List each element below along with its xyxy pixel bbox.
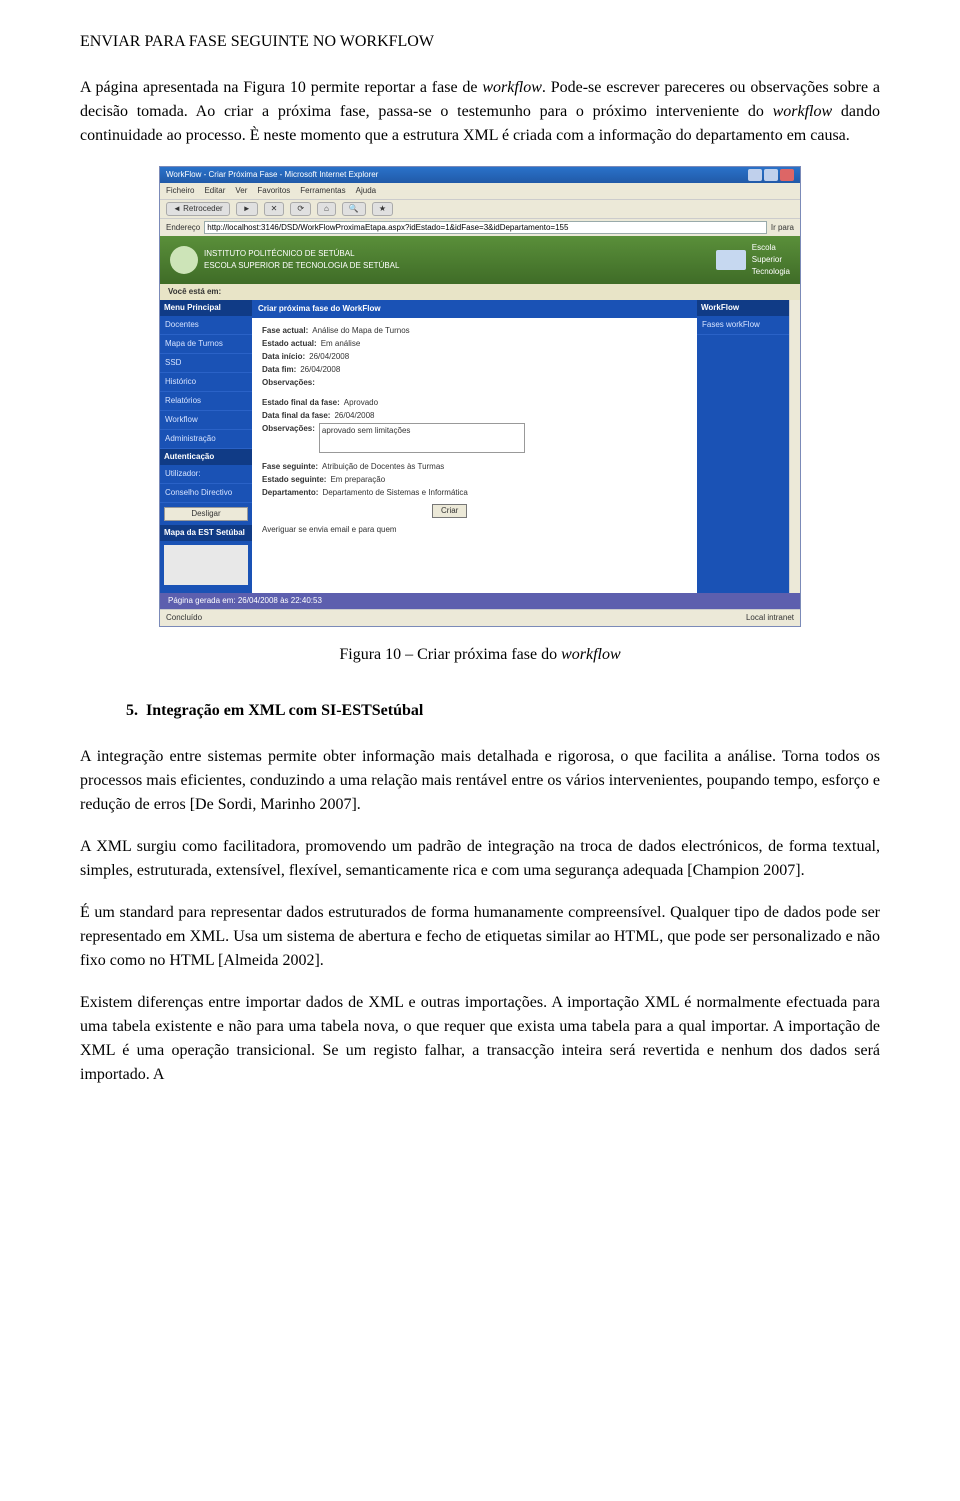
italic-workflow: workflow <box>482 79 542 96</box>
field-value: 26/04/2008 <box>309 351 349 363</box>
sidebar-map-head: Mapa da EST Setúbal <box>160 525 252 541</box>
field-label: Data final da fase: <box>262 410 330 422</box>
status-left: Concluído <box>166 612 202 624</box>
menubar: Ficheiro Editar Ver Favoritos Ferramenta… <box>160 183 800 199</box>
logout-button[interactable]: Desligar <box>164 507 248 521</box>
right-sidebar: WorkFlow Fases workFlow <box>697 300 789 593</box>
back-button[interactable]: ◄ Retroceder <box>166 202 230 216</box>
field-value: Em preparação <box>330 474 385 486</box>
refresh-icon[interactable]: ⟳ <box>290 202 311 216</box>
fav-icon[interactable]: ★ <box>372 202 393 216</box>
paragraph-2: A integração entre sistemas permite obte… <box>80 745 880 817</box>
field-value: Em análise <box>321 338 361 350</box>
window-title-bar: WorkFlow - Criar Próxima Fase - Microsof… <box>160 167 800 183</box>
main-content: Criar próxima fase do WorkFlow Fase actu… <box>252 300 697 593</box>
address-label: Endereço <box>166 222 200 234</box>
banner-right-text: Tecnologia <box>752 266 790 278</box>
italic-workflow: workflow <box>773 103 833 120</box>
stop-icon[interactable]: ✕ <box>264 202 285 216</box>
field-value: Departamento de Sistemas e Informática <box>322 487 467 499</box>
menu-item[interactable]: Editar <box>204 185 225 197</box>
field-label: Data início: <box>262 351 305 363</box>
field-label: Fase seguinte: <box>262 461 318 473</box>
caption-text: Figura 10 – Criar próxima fase do <box>339 646 561 663</box>
field-label: Estado actual: <box>262 338 317 350</box>
menu-item[interactable]: Favoritos <box>257 185 290 197</box>
sidebar-item[interactable]: Mapa de Turnos <box>160 335 252 354</box>
field-label: Observações: <box>262 423 315 453</box>
sidebar-item[interactable]: Histórico <box>160 373 252 392</box>
heading-number: 5. <box>126 702 138 719</box>
field-label: Observações: <box>262 377 315 389</box>
field-value: Aprovado <box>344 397 378 409</box>
banner-right-text: Escola <box>752 242 790 254</box>
map-thumbnail <box>164 545 248 585</box>
paragraph-5: Existem diferenças entre importar dados … <box>80 991 880 1087</box>
sidebar-item[interactable]: Workflow <box>160 411 252 430</box>
field-value: 26/04/2008 <box>334 410 374 422</box>
sidebar-head: WorkFlow <box>697 300 789 316</box>
observations-input[interactable]: aprovado sem limitações <box>319 423 525 453</box>
create-button[interactable]: Criar <box>432 504 467 518</box>
section-header: ENVIAR PARA FASE SEGUINTE NO WORKFLOW <box>80 30 880 54</box>
sidebar-item[interactable]: Fases workFlow <box>697 316 789 335</box>
sidebar-item[interactable]: SSD <box>160 354 252 373</box>
figure-screenshot: WorkFlow - Criar Próxima Fase - Microsof… <box>159 166 801 627</box>
sidebar-subhead: Autenticação <box>160 449 252 465</box>
menu-item[interactable]: Ficheiro <box>166 185 194 197</box>
note-text: Averiguar se envia email e para quem <box>262 524 397 536</box>
field-label: Estado final da fase: <box>262 397 340 409</box>
sidebar-item[interactable]: Administração <box>160 430 252 449</box>
sidebar-head: Menu Principal <box>160 300 252 316</box>
field-label: Departamento: <box>262 487 318 499</box>
italic-workflow: workflow <box>561 646 621 663</box>
home-icon[interactable]: ⌂ <box>317 202 336 216</box>
menu-item[interactable]: Ferramentas <box>300 185 345 197</box>
sidebar-item[interactable]: Relatórios <box>160 392 252 411</box>
right-logo-icon <box>716 250 746 270</box>
left-sidebar: Menu Principal Docentes Mapa de Turnos S… <box>160 300 252 593</box>
status-right: Local intranet <box>746 612 794 624</box>
address-bar: Endereço Ir para <box>160 218 800 236</box>
window-title: WorkFlow - Criar Próxima Fase - Microsof… <box>166 169 378 181</box>
paragraph-3: A XML surgiu como facilitadora, promoven… <box>80 835 880 883</box>
sidebar-user-label: Utilizador: <box>160 465 252 484</box>
field-label: Estado seguinte: <box>262 474 326 486</box>
window-buttons <box>748 169 794 181</box>
field-value: Atribuição de Docentes às Turmas <box>322 461 444 473</box>
sidebar-user: Conselho Directivo <box>160 484 252 503</box>
section-heading-5: 5. Integração em XML com SI-ESTSetúbal <box>126 699 880 723</box>
menu-item[interactable]: Ajuda <box>356 185 376 197</box>
toolbar: ◄ Retroceder ► ✕ ⟳ ⌂ 🔍 ★ <box>160 199 800 218</box>
panel-title: Criar próxima fase do WorkFlow <box>252 300 697 318</box>
scrollbar[interactable] <box>789 300 800 593</box>
fwd-button[interactable]: ► <box>236 202 258 216</box>
paragraph-4: É um standard para representar dados est… <box>80 901 880 973</box>
banner-school: ESCOLA SUPERIOR DE TECNOLOGIA DE SETÚBAL <box>204 260 399 272</box>
field-label: Data fim: <box>262 364 296 376</box>
status-bar: Concluído Local intranet <box>160 609 800 626</box>
go-button[interactable]: Ir para <box>771 222 794 234</box>
page-footer-time: Página gerada em: 26/04/2008 às 22:40:53 <box>160 593 800 609</box>
search-icon[interactable]: 🔍 <box>342 202 366 216</box>
page-banner: INSTITUTO POLITÉCNICO DE SETÚBAL ESCOLA … <box>160 236 800 284</box>
breadcrumb: Você está em: <box>160 284 800 300</box>
field-value: Análise do Mapa de Turnos <box>312 325 409 337</box>
figure-caption: Figura 10 – Criar próxima fase do workfl… <box>80 643 880 667</box>
menu-item[interactable]: Ver <box>235 185 247 197</box>
banner-right-text: Superior <box>752 254 790 266</box>
field-label: Fase actual: <box>262 325 308 337</box>
heading-text: Integração em XML com SI-ESTSetúbal <box>146 702 423 719</box>
paragraph-intro: A página apresentada na Figura 10 permit… <box>80 76 880 148</box>
url-input[interactable] <box>204 221 767 234</box>
school-logo-icon <box>170 246 198 274</box>
field-value: 26/04/2008 <box>300 364 340 376</box>
text: A página apresentada na Figura 10 permit… <box>80 79 482 96</box>
sidebar-item[interactable]: Docentes <box>160 316 252 335</box>
banner-inst: INSTITUTO POLITÉCNICO DE SETÚBAL <box>204 248 399 260</box>
